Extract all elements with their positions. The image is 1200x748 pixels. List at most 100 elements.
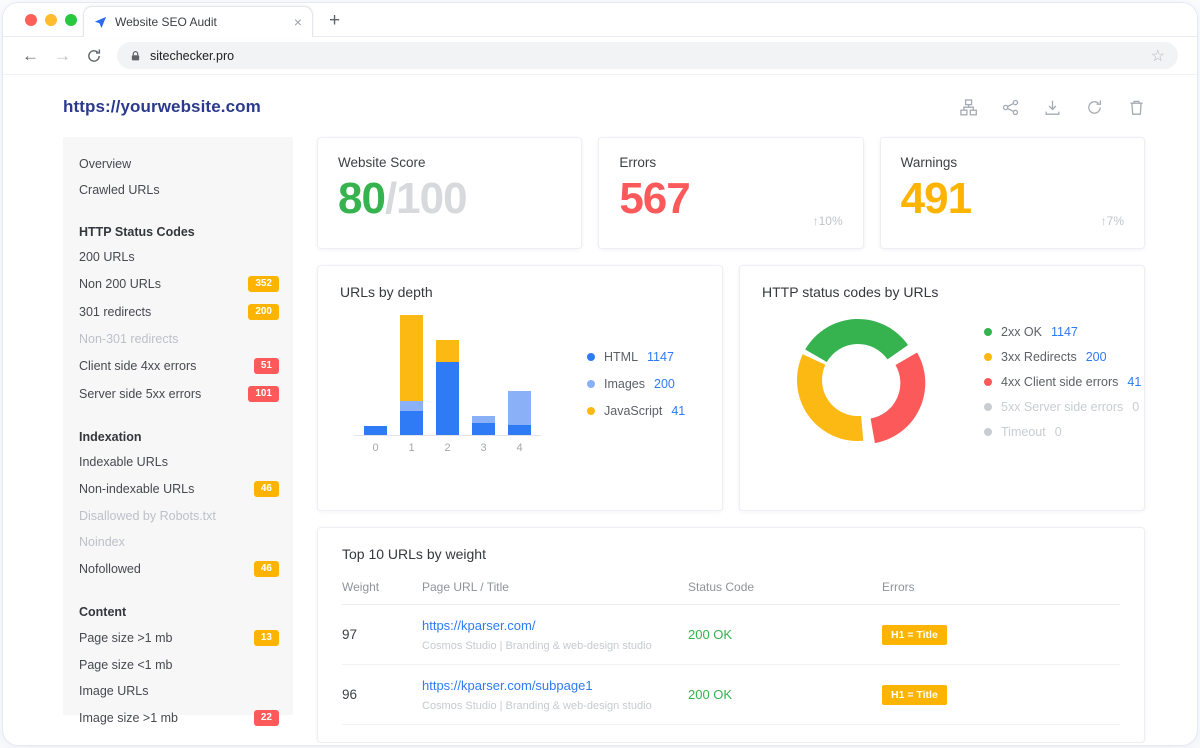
bar-column xyxy=(436,340,459,436)
delete-icon[interactable] xyxy=(1128,99,1145,116)
sidebar-item-page-size-under-1mb[interactable]: Page size <1 mb xyxy=(63,652,293,678)
sidebar-item-overview[interactable]: Overview xyxy=(63,151,293,177)
stats-row: Website Score 80/100 Errors 567 ↑10% War… xyxy=(317,137,1145,249)
bar-segment xyxy=(508,425,531,435)
bar-segment xyxy=(400,411,423,436)
column-header-weight: Weight xyxy=(342,580,422,594)
count-badge: 46 xyxy=(254,561,279,577)
legend-dot xyxy=(984,378,992,386)
audited-site-url[interactable]: https://yourwebsite.com xyxy=(63,97,261,117)
sidebar-item-noindex[interactable]: Noindex xyxy=(63,529,293,555)
table-row: 96 https://kparser.com/subpage1 Cosmos S… xyxy=(342,665,1120,725)
sidebar-item-page-size-over-1mb[interactable]: Page size >1 mb13 xyxy=(63,624,293,652)
bar-segment xyxy=(508,391,531,425)
top-urls-table-card: Top 10 URLs by weight Weight Page URL / … xyxy=(317,527,1145,743)
new-tab-button[interactable]: + xyxy=(329,6,340,36)
donut-slice xyxy=(805,319,908,362)
reload-icon[interactable] xyxy=(86,48,102,64)
forward-icon[interactable]: → xyxy=(54,47,71,64)
legend-dot xyxy=(984,428,992,436)
header-actions xyxy=(960,99,1145,116)
legend-dot xyxy=(984,353,992,361)
bar-segment xyxy=(472,416,495,423)
browser-window: Website SEO Audit × + ← → sitechecker.pr… xyxy=(2,2,1198,746)
stat-label: Website Score xyxy=(338,155,561,170)
sidebar-item-5xx-errors[interactable]: Server side 5xx errors101 xyxy=(63,380,293,408)
bar-column xyxy=(508,391,531,435)
url-cell: https://kparser.com/ Cosmos Studio | Bra… xyxy=(422,617,688,652)
column-header-url: Page URL / Title xyxy=(422,580,688,594)
lock-icon xyxy=(130,50,141,62)
browser-tab[interactable]: Website SEO Audit × xyxy=(83,6,313,37)
page-url-link[interactable]: https://kparser.com/ xyxy=(422,618,535,633)
sidebar-item-non-indexable-urls[interactable]: Non-indexable URLs46 xyxy=(63,475,293,503)
bar-segment xyxy=(400,401,423,411)
sidebar-item-non-301-redirects[interactable]: Non-301 redirects xyxy=(63,326,293,352)
sidebar-item-image-size-over-1mb[interactable]: Image size >1 mb22 xyxy=(63,704,293,732)
site-structure-icon[interactable] xyxy=(960,99,977,116)
website-score-value: 80/100 xyxy=(338,175,561,223)
status-code-cell: 200 OK xyxy=(688,687,882,702)
bar-segment xyxy=(364,426,387,435)
sidebar-item-4xx-errors[interactable]: Client side 4xx errors51 xyxy=(63,352,293,380)
count-badge: 46 xyxy=(254,481,279,497)
weight-cell: 96 xyxy=(342,687,422,702)
zoom-window-button[interactable] xyxy=(65,14,77,26)
bar-segment xyxy=(436,362,459,436)
donut-slice xyxy=(797,354,863,441)
sidebar-item-crawled-urls[interactable]: Crawled URLs xyxy=(63,177,293,203)
browser-toolbar: ← → sitechecker.pro ☆ xyxy=(3,37,1197,75)
legend-dot xyxy=(587,353,595,361)
main-content: Website Score 80/100 Errors 567 ↑10% War… xyxy=(317,137,1145,743)
count-badge: 101 xyxy=(248,386,279,402)
error-badge: H1 = Title xyxy=(882,625,947,645)
share-icon[interactable] xyxy=(1002,99,1019,116)
errors-trend: ↑10% xyxy=(813,214,843,228)
legend-item-html: HTML1147 xyxy=(587,350,685,364)
x-axis-tick: 3 xyxy=(472,442,495,454)
back-icon[interactable]: ← xyxy=(22,47,39,64)
sidebar-item-indexable-urls[interactable]: Indexable URLs xyxy=(63,449,293,475)
sidebar-item-200-urls[interactable]: 200 URLs xyxy=(63,244,293,270)
sidebar-section-indexation: Indexation xyxy=(63,423,293,449)
sidebar-item-301-redirects[interactable]: 301 redirects200 xyxy=(63,298,293,326)
bookmark-star-icon[interactable]: ☆ xyxy=(1151,46,1165,66)
tab-favicon-icon xyxy=(94,16,107,29)
table-title: Top 10 URLs by weight xyxy=(342,546,1120,562)
url-text: sitechecker.pro xyxy=(150,49,1142,63)
count-badge: 13 xyxy=(254,630,279,646)
count-badge: 22 xyxy=(254,710,279,726)
legend-item-javascript: JavaScript41 xyxy=(587,404,685,418)
page-url-link[interactable]: https://kparser.com/subpage1 xyxy=(422,678,593,693)
legend-item-5xx: 5xx Server side errors0 xyxy=(984,400,1141,414)
legend-item-2xx: 2xx OK1147 xyxy=(984,325,1141,339)
page-title-subtext: Cosmos Studio | Branding & web-design st… xyxy=(422,700,688,712)
download-icon[interactable] xyxy=(1044,99,1061,116)
refresh-icon[interactable] xyxy=(1086,99,1103,116)
url-cell: https://kparser.com/subpage1 Cosmos Stud… xyxy=(422,677,688,712)
chart-title: HTTP status codes by URLs xyxy=(762,284,1122,300)
tab-strip: Website SEO Audit × + xyxy=(3,3,1197,37)
sidebar-section-content: Content xyxy=(63,598,293,624)
legend-item-timeout: Timeout0 xyxy=(984,425,1141,439)
close-window-button[interactable] xyxy=(25,14,37,26)
sidebar-item-image-urls[interactable]: Image URLs xyxy=(63,678,293,704)
charts-row: URLs by depth 01234 HTML1147 Images200 J… xyxy=(317,265,1145,511)
minimize-window-button[interactable] xyxy=(45,14,57,26)
sidebar-item-nofollowed[interactable]: Nofollowed46 xyxy=(63,555,293,583)
sidebar-item-non-200-urls[interactable]: Non 200 URLs352 xyxy=(63,270,293,298)
bar-chart: 01234 xyxy=(354,314,541,454)
address-bar[interactable]: sitechecker.pro ☆ xyxy=(117,42,1178,69)
donut-chart xyxy=(778,302,938,462)
sidebar-item-disallowed-robots[interactable]: Disallowed by Robots.txt xyxy=(63,503,293,529)
window-controls xyxy=(25,14,77,26)
count-badge: 200 xyxy=(248,304,279,320)
close-tab-icon[interactable]: × xyxy=(294,15,302,29)
count-badge: 51 xyxy=(254,358,279,374)
legend-dot xyxy=(587,407,595,415)
legend-item-4xx: 4xx Client side errors41 xyxy=(984,375,1141,389)
table-header: Weight Page URL / Title Status Code Erro… xyxy=(342,562,1120,605)
warnings-trend: ↑7% xyxy=(1101,214,1124,228)
column-header-status: Status Code xyxy=(688,580,882,594)
donut-chart-legend: 2xx OK1147 3xx Redirects200 4xx Client s… xyxy=(984,325,1141,439)
